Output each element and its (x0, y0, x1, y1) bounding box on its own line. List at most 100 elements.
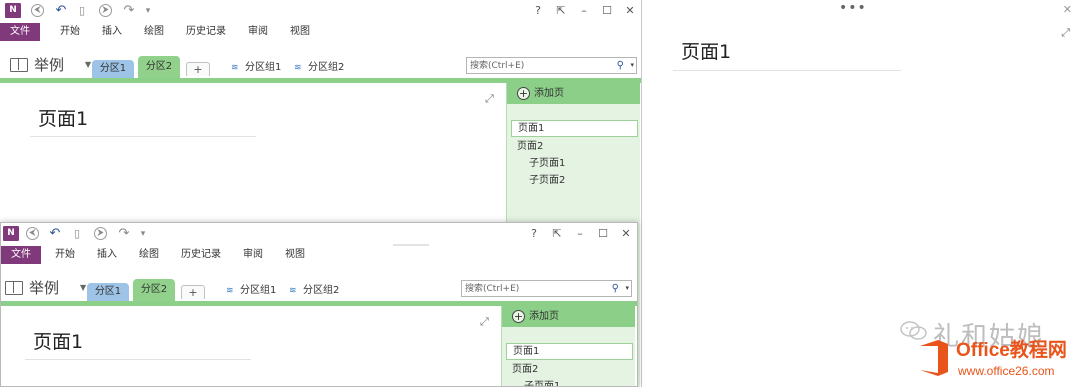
subpage-item-1[interactable]: 子页面1 (524, 379, 560, 386)
dock-to-desktop-icon[interactable]: ▯ (74, 3, 90, 19)
tab-file[interactable]: 文件 (0, 23, 40, 41)
page-item-2[interactable]: 页面2 (512, 362, 538, 377)
close-button[interactable]: ✕ (616, 226, 636, 242)
page-title-divider (30, 136, 256, 137)
tab-home[interactable]: 开始 (55, 246, 75, 264)
help-button[interactable]: ? (528, 3, 548, 19)
tab-file[interactable]: 文件 (1, 246, 41, 264)
section-tab-2[interactable]: 分区2 (138, 56, 180, 78)
page-list-pane: + 添加页 页面1 页面2 子页面1 (501, 306, 635, 386)
maximize-button[interactable]: ☐ (597, 3, 617, 19)
search-placeholder: 搜索(Ctrl+E) (470, 61, 525, 71)
customize-toolbar-icon[interactable]: ▾ (135, 226, 151, 242)
customize-toolbar-icon[interactable]: ▾ (140, 3, 156, 19)
onenote-logo-icon: N (5, 3, 21, 18)
page-item-2[interactable]: 页面2 (517, 139, 543, 154)
add-page-button[interactable]: + 添加页 (507, 83, 640, 104)
maximize-button[interactable]: ☐ (593, 226, 613, 242)
title-bar: N ⮜ ↶ ▯ ⮞ ↷ ▾ ? ⇱ – ☐ ✕ (1, 223, 637, 246)
back-icon[interactable]: ⮜ (31, 4, 44, 17)
subpage-item-2[interactable]: 子页面2 (529, 173, 565, 188)
add-page-label: 添加页 (534, 88, 564, 99)
add-page-button[interactable]: + 添加页 (502, 306, 635, 327)
tab-review[interactable]: 审阅 (248, 23, 268, 41)
forward-icon[interactable]: ⮞ (94, 227, 107, 240)
section-group-2[interactable]: ≋ 分区组2 (289, 283, 339, 299)
fullscreen-button[interactable]: ⇱ (547, 226, 567, 242)
undo-icon[interactable]: ↶ (53, 3, 69, 19)
expand-icon[interactable]: ⤢ (480, 315, 489, 329)
search-scope-dropdown-icon[interactable]: ▾ (625, 281, 629, 296)
add-section-button[interactable]: + (181, 285, 205, 299)
tab-insert[interactable]: 插入 (97, 246, 117, 264)
minimize-button[interactable]: – (570, 226, 590, 242)
page-title[interactable]: 页面1 (38, 107, 88, 131)
dock-to-desktop-icon[interactable]: ▯ (69, 226, 85, 242)
section-group-1[interactable]: ≋ 分区组1 (231, 60, 281, 76)
search-input[interactable]: 搜索(Ctrl+E) ⚲ ▾ (461, 280, 632, 297)
chevron-down-icon[interactable]: ▼ (85, 60, 91, 69)
title-bar: N ⮜ ↶ ▯ ⮞ ↷ ▾ ? ⇱ – ☐ ✕ (0, 0, 641, 22)
tab-insert[interactable]: 插入 (102, 23, 122, 41)
tab-history[interactable]: 历史记录 (181, 246, 221, 264)
search-scope-dropdown-icon[interactable]: ▾ (630, 58, 634, 73)
add-circle-icon: + (517, 87, 530, 100)
tab-view[interactable]: 视图 (290, 23, 310, 41)
undo-icon[interactable]: ↶ (47, 226, 63, 242)
watermark-url: www.office26.com (958, 364, 1055, 378)
tab-draw[interactable]: 绘图 (139, 246, 159, 264)
watermark-brand: Office教程网 (956, 340, 1067, 361)
search-input[interactable]: 搜索(Ctrl+E) ⚲ ▾ (466, 57, 637, 74)
close-button[interactable]: ✕ (620, 3, 640, 19)
section-group-icon: ≋ (294, 63, 302, 73)
forward-icon[interactable]: ⮞ (99, 4, 112, 17)
redo-icon[interactable]: ↷ (116, 226, 132, 242)
fullscreen-button[interactable]: ⇱ (551, 3, 571, 19)
subpage-item-1[interactable]: 子页面1 (529, 156, 565, 171)
section-group-2[interactable]: ≋ 分区组2 (294, 60, 344, 76)
notebook-icon[interactable] (10, 58, 28, 72)
page-item-1[interactable]: 页面1 (506, 343, 633, 360)
section-tab-1[interactable]: 分区1 (87, 283, 129, 301)
page-title[interactable]: 页面1 (681, 40, 731, 64)
notebook-icon[interactable] (5, 281, 23, 295)
section-tab-2[interactable]: 分区2 (133, 279, 175, 301)
tab-view[interactable]: 视图 (285, 246, 305, 264)
more-options-icon[interactable]: ••• (839, 0, 867, 16)
section-group-1[interactable]: ≋ 分区组1 (226, 283, 276, 299)
notebook-bar: 举例 ▼ 分区1 分区2 + ≋ 分区组1 ≋ 分区组2 搜索(Ctrl+E) ⚲ … (1, 273, 637, 301)
page-canvas[interactable]: ⤢ 页面1 (1, 306, 501, 386)
expand-icon[interactable]: ⤢ (1061, 26, 1070, 40)
page-title-divider (25, 359, 251, 360)
chevron-down-icon[interactable]: ▼ (80, 283, 86, 292)
minimize-button[interactable]: – (574, 3, 594, 19)
office-logo-icon (920, 340, 948, 376)
add-page-label: 添加页 (529, 311, 559, 322)
notebook-name[interactable]: 举例 (34, 55, 64, 75)
help-button[interactable]: ? (524, 226, 544, 242)
search-icon[interactable]: ⚲ (612, 281, 619, 296)
section-group-icon: ≋ (231, 63, 239, 73)
ribbon-tabs: 文件 开始 插入 绘图 历史记录 审阅 视图 (0, 22, 641, 42)
back-icon[interactable]: ⮜ (26, 227, 39, 240)
tab-history[interactable]: 历史记录 (186, 23, 226, 41)
add-section-button[interactable]: + (186, 62, 210, 76)
redo-icon[interactable]: ↷ (121, 3, 137, 19)
section-tab-1[interactable]: 分区1 (92, 60, 134, 78)
tab-home[interactable]: 开始 (60, 23, 80, 41)
page-item-1[interactable]: 页面1 (511, 120, 638, 137)
ribbon-tabs: 文件 开始 插入 绘图 历史记录 审阅 视图 (1, 245, 637, 265)
section-group-icon: ≋ (226, 286, 234, 296)
tab-review[interactable]: 审阅 (243, 246, 263, 264)
page-title[interactable]: 页面1 (33, 330, 83, 354)
notebook-name[interactable]: 举例 (29, 278, 59, 298)
close-icon[interactable]: ✕ (1063, 3, 1072, 16)
tab-draw[interactable]: 绘图 (144, 23, 164, 41)
onenote-window-floating: N ⮜ ↶ ▯ ⮞ ↷ ▾ ? ⇱ – ☐ ✕ 文件 开始 插入 绘图 历史记录… (0, 222, 638, 387)
notebook-bar: 举例 ▼ 分区1 分区2 + ≋ 分区组1 ≋ 分区组2 搜索(Ctrl+E) ⚲ … (0, 50, 641, 78)
search-icon[interactable]: ⚲ (617, 58, 624, 73)
onenote-logo-icon: N (3, 226, 19, 241)
expand-icon[interactable]: ⤢ (485, 92, 494, 106)
add-circle-icon: + (512, 310, 525, 323)
section-group-icon: ≋ (289, 286, 297, 296)
